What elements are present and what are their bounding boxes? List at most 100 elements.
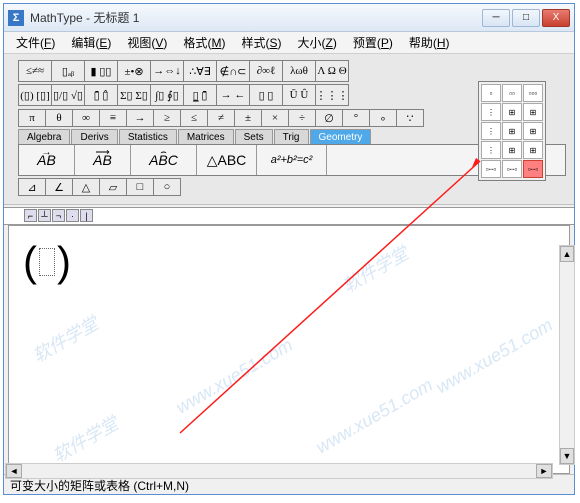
- palette-sets[interactable]: ∉∩⊂: [216, 60, 250, 82]
- sym-arrow[interactable]: →: [126, 109, 154, 127]
- palette-accents[interactable]: Ū Û: [282, 84, 316, 106]
- sym-theta[interactable]: θ: [45, 109, 73, 127]
- tab-derivs[interactable]: Derivs: [71, 129, 117, 144]
- tab-statistics[interactable]: Statistics: [119, 129, 177, 144]
- scroll-up-icon[interactable]: ▲: [560, 246, 574, 262]
- tmpl-pythagoras[interactable]: a²+b²=c²: [257, 145, 327, 175]
- sym-square[interactable]: □: [126, 178, 154, 196]
- insertion-slot[interactable]: [39, 248, 55, 276]
- tab-geometry[interactable]: Geometry: [310, 129, 372, 144]
- close-button[interactable]: X: [542, 9, 570, 27]
- matrix-1x2[interactable]: ▫▫: [502, 84, 522, 102]
- equation-content: ( ): [23, 238, 71, 286]
- matrix-3x3[interactable]: ⊞: [523, 122, 543, 140]
- sym-pi[interactable]: π: [18, 109, 46, 127]
- matrix-1x3[interactable]: ▫▫▫: [523, 84, 543, 102]
- sym-div[interactable]: ÷: [288, 109, 316, 127]
- menu-size[interactable]: 大小(Z): [289, 32, 344, 53]
- palette-misc[interactable]: ∂∞ℓ: [249, 60, 283, 82]
- matrix-4x1[interactable]: ⋮: [481, 141, 501, 159]
- palette-overbar[interactable]: ▯̄ ▯̂: [84, 84, 118, 106]
- palette-subsup[interactable]: ▯ₐᵦ: [51, 60, 85, 82]
- tab-sets[interactable]: Sets: [235, 129, 273, 144]
- ruler[interactable]: ⌐ ┴ ¬ · |: [4, 207, 574, 225]
- menu-help[interactable]: 帮助(H): [401, 32, 458, 53]
- menu-format[interactable]: 格式(M): [175, 32, 233, 53]
- sym-times[interactable]: ×: [261, 109, 289, 127]
- matrix-var-1[interactable]: ▫┄▫: [481, 160, 501, 178]
- sym-triangle[interactable]: △: [72, 178, 100, 196]
- scroll-left-icon[interactable]: ◄: [6, 464, 22, 478]
- tab-right-icon[interactable]: ¬: [52, 209, 65, 222]
- menu-file[interactable]: 文件(F): [8, 32, 63, 53]
- tmpl-triangle-abc[interactable]: △ABC: [197, 145, 257, 175]
- titlebar[interactable]: Σ MathType - 无标题 1 ─ □ X: [4, 4, 574, 32]
- sym-equiv[interactable]: ≡: [99, 109, 127, 127]
- maximize-button[interactable]: □: [512, 9, 540, 27]
- menu-preset[interactable]: 预置(P): [345, 32, 401, 53]
- palette-integrals[interactable]: ∫▯ ∮▯: [150, 84, 184, 106]
- menu-edit[interactable]: 编辑(E): [63, 32, 119, 53]
- tab-center-icon[interactable]: ┴: [38, 209, 51, 222]
- palette-fractions[interactable]: ▯/▯ √▯: [51, 84, 85, 106]
- vertical-scrollbar[interactable]: ▲ ▼: [559, 245, 575, 465]
- tab-algebra[interactable]: Algebra: [18, 129, 70, 144]
- equation-canvas[interactable]: ( ) 软件学堂 www.xue51.com 软件学堂 www.xue51.co…: [8, 225, 570, 474]
- tab-trig[interactable]: Trig: [274, 129, 309, 144]
- sym-ge[interactable]: ≥: [153, 109, 181, 127]
- symbol-palette-row1: ≤≠≈ ▯ₐᵦ ▮ ▯▯ ±•⊗ →⇔↓ ∴∀∃ ∉∩⊂ ∂∞ℓ λωθ Λ Ω…: [18, 60, 566, 82]
- sym-parallelogram[interactable]: ▱: [99, 178, 127, 196]
- palette-relations[interactable]: ≤≠≈: [18, 60, 52, 82]
- sym-empty[interactable]: ∅: [315, 109, 343, 127]
- matrix-2x3[interactable]: ⊞: [523, 103, 543, 121]
- matrix-2x2[interactable]: ⊞: [502, 103, 522, 121]
- palette-boxes[interactable]: ▯ ▯: [249, 84, 283, 106]
- sym-pm[interactable]: ±: [234, 109, 262, 127]
- tmpl-vector-ab[interactable]: →AB: [19, 145, 75, 175]
- tmpl-ray-ab[interactable]: ⟶AB: [75, 145, 131, 175]
- tab-matrices[interactable]: Matrices: [178, 129, 234, 144]
- scroll-down-icon[interactable]: ▼: [560, 448, 574, 464]
- palette-fences[interactable]: (▯) [▯]: [18, 84, 52, 106]
- tab-bar-icon[interactable]: |: [80, 209, 93, 222]
- sym-rtriangle[interactable]: ⊿: [18, 178, 46, 196]
- sym-ne[interactable]: ≠: [207, 109, 235, 127]
- window-title: MathType - 无标题 1: [30, 9, 482, 26]
- sym-circle[interactable]: ○: [153, 178, 181, 196]
- sym-angle[interactable]: ∠: [45, 178, 73, 196]
- palette-logic[interactable]: ∴∀∃: [183, 60, 217, 82]
- menu-style[interactable]: 样式(S): [233, 32, 289, 53]
- palette-sums[interactable]: Σ▯ Σ▯: [117, 84, 151, 106]
- matrix-dropdown-panel: ▫ ▫▫ ▫▫▫ ⋮ ⊞ ⊞ ⋮ ⊞ ⊞ ⋮ ⊞ ⊞ ▫┄▫ ▫┄▫ ▫┄▫: [478, 81, 546, 181]
- matrix-2x1[interactable]: ⋮: [481, 103, 501, 121]
- app-icon: Σ: [8, 10, 24, 26]
- palette-greek-lower[interactable]: λωθ: [282, 60, 316, 82]
- sym-infty[interactable]: ∞: [72, 109, 100, 127]
- matrix-4x3[interactable]: ⊞: [523, 141, 543, 159]
- palette-operators[interactable]: ±•⊗: [117, 60, 151, 82]
- tab-decimal-icon[interactable]: ·: [66, 209, 79, 222]
- matrix-variable-size[interactable]: ▫┄▫: [523, 160, 543, 178]
- palette-greek-upper[interactable]: Λ Ω Θ: [315, 60, 349, 82]
- matrix-4x2[interactable]: ⊞: [502, 141, 522, 159]
- matrix-3x2[interactable]: ⊞: [502, 122, 522, 140]
- tab-left-icon[interactable]: ⌐: [24, 209, 37, 222]
- palette-matrices[interactable]: ⋮⋮⋮: [315, 84, 349, 106]
- palette-spaces[interactable]: ▮ ▯▯: [84, 60, 118, 82]
- tmpl-arc-abc[interactable]: ⌢ABC: [131, 145, 197, 175]
- matrix-var-2[interactable]: ▫┄▫: [502, 160, 522, 178]
- watermark: 软件学堂: [337, 240, 412, 299]
- palette-arrows[interactable]: →⇔↓: [150, 60, 184, 82]
- palette-arrows2[interactable]: → ←: [216, 84, 250, 106]
- matrix-1x1[interactable]: ▫: [481, 84, 501, 102]
- sym-le[interactable]: ≤: [180, 109, 208, 127]
- horizontal-scrollbar[interactable]: ◄ ►: [5, 463, 553, 479]
- palette-underover[interactable]: ▯̲ ▯̄: [183, 84, 217, 106]
- sym-because[interactable]: ∵: [396, 109, 424, 127]
- sym-degree[interactable]: °: [342, 109, 370, 127]
- menu-view[interactable]: 视图(V): [119, 32, 175, 53]
- scroll-right-icon[interactable]: ►: [536, 464, 552, 478]
- matrix-3x1[interactable]: ⋮: [481, 122, 501, 140]
- minimize-button[interactable]: ─: [482, 9, 510, 27]
- sym-circ[interactable]: ∘: [369, 109, 397, 127]
